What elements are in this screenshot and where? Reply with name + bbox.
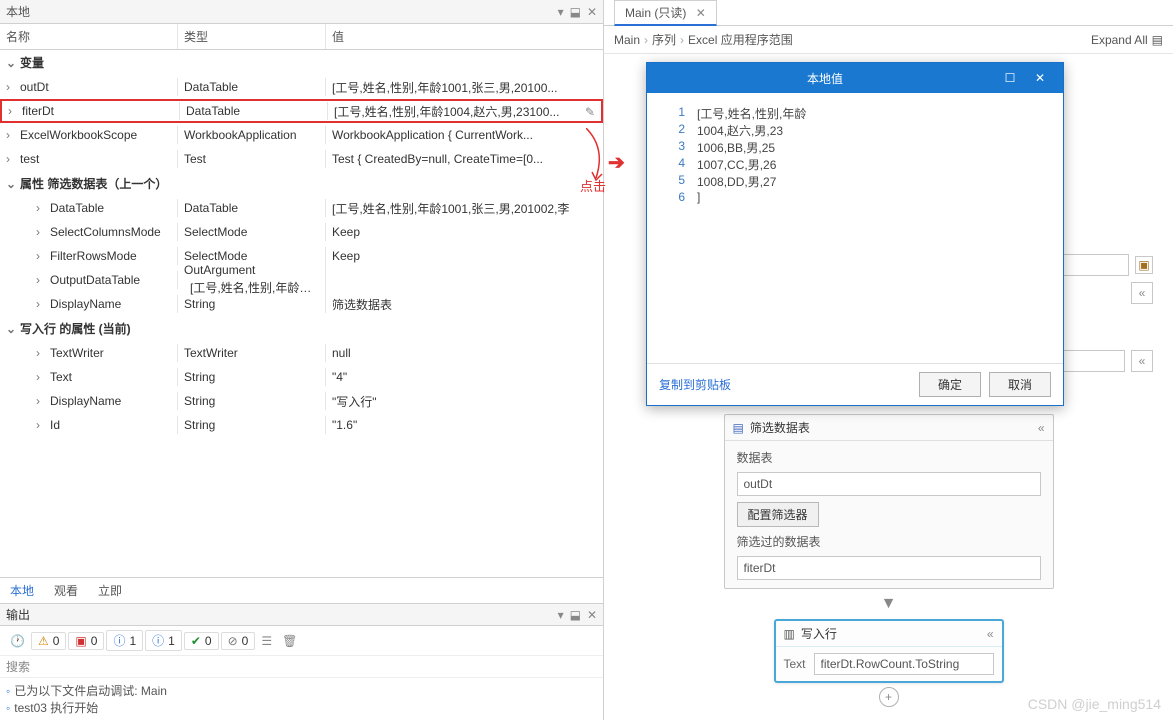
table-row[interactable]: ›TextString"4" [0,365,603,389]
tab-immediate[interactable]: 立即 [88,578,132,603]
table-row[interactable]: ›TextWriterTextWriternull [0,341,603,365]
table-row[interactable]: ›fiterDtDataTable[工号,姓名,性别,年龄1004,赵六,男,2… [0,99,603,123]
filter-activity[interactable]: ▤ 筛选数据表 « 数据表 配置筛选器 筛选过的数据表 [724,414,1054,589]
input-datatable[interactable] [737,472,1041,496]
flow-arrow-icon: ▼ [624,595,1153,613]
output-toolbar: 🕐 ⚠0 ▣0 ⓘ1 ⓘ1 ✔0 ⊘0 ☰ 🗑 [0,626,603,656]
filter-ok[interactable]: ✔0 [184,632,219,650]
filter-info1[interactable]: ⓘ1 [106,630,143,651]
trash-icon[interactable]: 🗑 [278,632,301,650]
breadcrumb-sep: › [680,33,684,47]
dialog-titlebar[interactable]: 本地值 ☐ ✕ [647,63,1063,93]
clock-icon[interactable]: 🕐 [6,632,29,650]
doc-tab-main[interactable]: Main (只读) ✕ [614,0,717,26]
expand-all-button[interactable]: Expand All▤ [1091,33,1163,47]
add-activity-button[interactable]: + [879,687,899,707]
filter-info2[interactable]: ⓘ1 [145,630,182,651]
tree-group[interactable]: ⌄变量 [0,50,603,75]
collapse-icon[interactable]: « [1038,421,1045,435]
output-body: ◦已为以下文件启动调试: Main◦test03 执行开始 [0,678,603,720]
col-name[interactable]: 名称 [0,24,178,49]
breadcrumb-item[interactable]: Main [614,33,640,47]
writeline-text-label: Text [784,657,806,671]
table-row[interactable]: ›OutputDataTableOutArgument[工号,姓名,性别,年龄1… [0,268,603,292]
edit-icon[interactable]: ✎ [585,105,595,119]
filter-warn[interactable]: ⚠0 [31,632,66,650]
col-value[interactable]: 值 [326,24,603,49]
filter-title: 筛选数据表 [750,419,1032,436]
document-tabs: Main (只读) ✕ [604,0,1173,26]
output-line: ◦已为以下文件启动调试: Main [6,682,597,699]
input-output-dt[interactable] [737,556,1041,580]
output-line: ◦test03 执行开始 [6,699,597,716]
local-value-dialog: 本地值 ☐ ✕ 1[工号,姓名,性别,年龄21004,赵六,男,2331006,… [646,62,1064,406]
bottom-tabs: 本地 观看 立即 [0,577,603,603]
writeline-icon: ▥ [784,627,795,641]
output-window-controls[interactable]: ▾⬓✕ [552,608,597,622]
filter-error[interactable]: ▣0 [68,632,104,650]
locals-tree: ⌄变量›outDtDataTable[工号,姓名,性别,年龄1001,张三,男,… [0,50,603,577]
filter-cancel[interactable]: ⊘0 [221,632,256,650]
copy-to-clipboard-link[interactable]: 复制到剪贴板 [659,376,911,393]
locals-columns: 名称 类型 值 [0,24,603,50]
writeline-activity[interactable]: ▥ 写入行 « Text [774,619,1004,683]
table-row[interactable]: ›DataTableDataTable[工号,姓名,性别,年龄1001,张三,男… [0,196,603,220]
table-row[interactable]: ›SelectColumnsModeSelectModeKeep [0,220,603,244]
value-line: 41007,CC,男,26 [661,156,1049,173]
configure-filter-button[interactable]: 配置筛选器 [737,502,819,527]
dialog-body[interactable]: 1[工号,姓名,性别,年龄21004,赵六,男,2331006,BB,男,254… [647,93,1063,363]
output-panel: 输出 ▾⬓✕ 🕐 ⚠0 ▣0 ⓘ1 ⓘ1 ✔0 ⊘0 ☰ 🗑 搜索 ◦已为以下文… [0,603,603,720]
table-row[interactable]: ›DisplayNameString筛选数据表 [0,292,603,316]
col-type[interactable]: 类型 [178,24,326,49]
tree-group[interactable]: ⌄属性 筛选数据表（上一个） [0,171,603,196]
breadcrumb-item[interactable]: Excel 应用程序范围 [688,33,793,47]
folder-icon: ▤ [1152,33,1163,47]
value-line: 1[工号,姓名,性别,年龄 [661,105,1049,122]
output-title: 输出 [6,606,30,623]
chevron-icon[interactable]: « [1131,282,1153,304]
breadcrumb-sep: › [644,33,648,47]
table-row[interactable]: ›testTestTest { CreatedBy=null, CreateTi… [0,147,603,171]
tab-local[interactable]: 本地 [0,578,44,603]
table-row[interactable]: ›outDtDataTable[工号,姓名,性别,年龄1001,张三,男,201… [0,75,603,99]
browse-icon[interactable]: ▣ [1135,256,1153,274]
lbl-datatable: 数据表 [737,449,1041,466]
table-row[interactable]: ›IdString"1.6" [0,413,603,437]
tab-watch[interactable]: 观看 [44,578,88,603]
ok-button[interactable]: 确定 [919,372,981,397]
dialog-title: 本地值 [655,70,995,87]
collapse-icon[interactable]: « [987,627,994,641]
tree-group[interactable]: ⌄写入行 的属性 (当前) [0,316,603,341]
lbl-output-dt: 筛选过的数据表 [737,533,1041,550]
close-icon[interactable]: ✕ [1025,71,1055,85]
breadcrumb: Main › 序列 › Excel 应用程序范围 Expand All▤ [604,26,1173,54]
maximize-icon[interactable]: ☐ [995,71,1025,85]
value-line: 31006,BB,男,25 [661,139,1049,156]
table-row[interactable]: ›DisplayNameString"写入行" [0,389,603,413]
locals-title: 本地 [6,3,552,20]
close-tab-icon[interactable]: ✕ [696,6,706,20]
filter-icon: ▤ [733,421,744,435]
watermark: CSDN @jie_ming514 [1028,696,1161,712]
chevron-icon[interactable]: « [1131,350,1153,372]
panel-window-controls[interactable]: ▾⬓✕ [552,5,597,19]
breadcrumb-item[interactable]: 序列 [652,33,676,47]
value-line: 21004,赵六,男,23 [661,122,1049,139]
locals-panel-header: 本地 ▾⬓✕ [0,0,603,24]
value-line: 6] [661,190,1049,204]
writeline-text-input[interactable] [814,653,994,675]
table-row[interactable]: ›ExcelWorkbookScopeWorkbookApplicationWo… [0,123,603,147]
output-search[interactable]: 搜索 [0,656,603,678]
value-line: 51008,DD,男,27 [661,173,1049,190]
writeline-title: 写入行 [801,625,981,642]
list-icon[interactable]: ☰ [257,632,276,650]
cancel-button[interactable]: 取消 [989,372,1051,397]
